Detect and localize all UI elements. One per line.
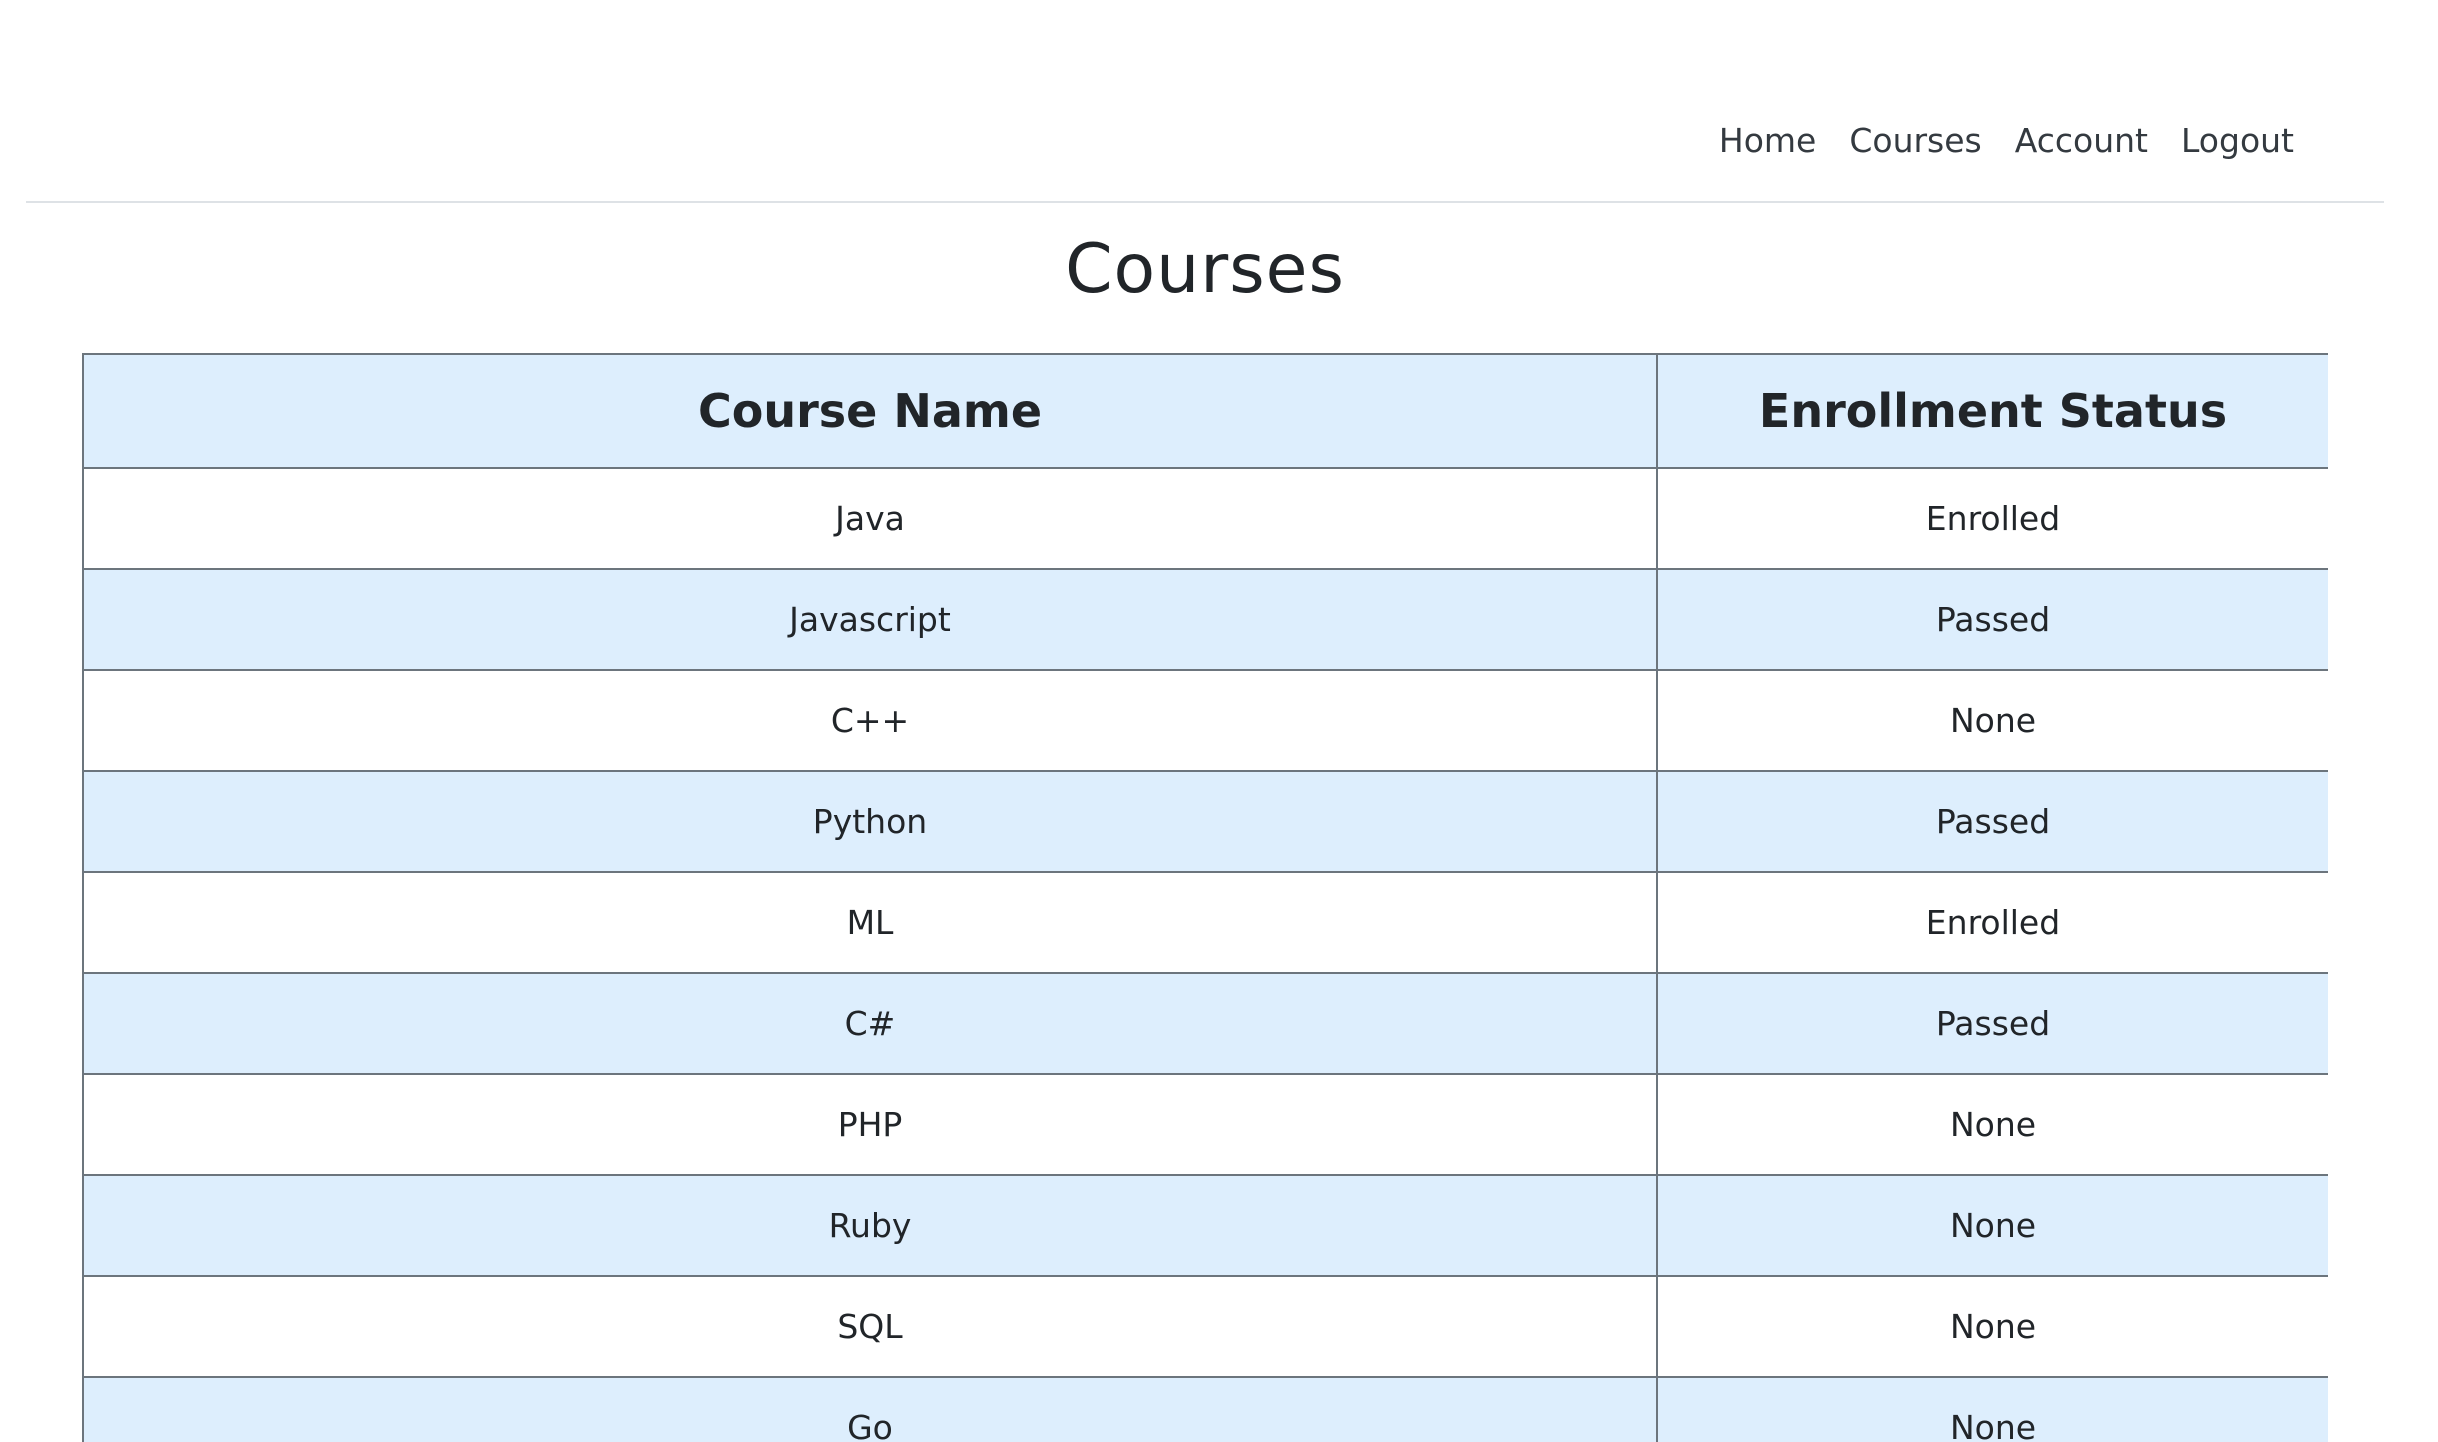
- table-row: ML Enrolled: [82, 871, 2328, 974]
- enrollment-status-cell: Passed: [1656, 770, 2328, 873]
- nav-link-courses[interactable]: Courses: [1849, 124, 1981, 157]
- enrollment-status-cell: None: [1656, 669, 2328, 772]
- nav-link-logout[interactable]: Logout: [2181, 124, 2294, 157]
- table-row: C++ None: [82, 669, 2328, 772]
- course-name-cell: ML: [82, 871, 1658, 974]
- course-name-cell: C#: [82, 972, 1658, 1075]
- courses-table-container: Course Name Enrollment Status Java Enrol…: [82, 353, 2328, 1442]
- course-name-cell: Ruby: [82, 1174, 1658, 1277]
- table-row: Python Passed: [82, 770, 2328, 873]
- course-name-cell: Java: [82, 467, 1658, 570]
- nav-link-account[interactable]: Account: [2015, 124, 2148, 157]
- course-name-cell: Go: [82, 1376, 1658, 1442]
- top-navbar: Home Courses Account Logout: [26, 0, 2384, 203]
- course-name-cell: PHP: [82, 1073, 1658, 1176]
- course-name-cell: C++: [82, 669, 1658, 772]
- enrollment-status-cell: None: [1656, 1275, 2328, 1378]
- enrollment-status-cell: Passed: [1656, 568, 2328, 671]
- enrollment-status-cell: Passed: [1656, 972, 2328, 1075]
- table-row: Ruby None: [82, 1174, 2328, 1277]
- table-row: Java Enrolled: [82, 467, 2328, 570]
- table-row: C# Passed: [82, 972, 2328, 1075]
- course-name-cell: Python: [82, 770, 1658, 873]
- course-name-cell: SQL: [82, 1275, 1658, 1378]
- column-header-enrollment-status: Enrollment Status: [1656, 353, 2328, 469]
- table-row: Go None: [82, 1376, 2328, 1442]
- nav-link-home[interactable]: Home: [1719, 124, 1816, 157]
- enrollment-status-cell: None: [1656, 1174, 2328, 1277]
- enrollment-status-cell: None: [1656, 1073, 2328, 1176]
- table-row: SQL None: [82, 1275, 2328, 1378]
- course-name-cell: Javascript: [82, 568, 1658, 671]
- enrollment-status-cell: None: [1656, 1376, 2328, 1442]
- table-row: Javascript Passed: [82, 568, 2328, 671]
- table-row: PHP None: [82, 1073, 2328, 1176]
- table-header-row: Course Name Enrollment Status: [82, 353, 2328, 469]
- enrollment-status-cell: Enrolled: [1656, 467, 2328, 570]
- nav-links: Home Courses Account Logout: [1719, 124, 2294, 157]
- enrollment-status-cell: Enrolled: [1656, 871, 2328, 974]
- courses-table: Course Name Enrollment Status Java Enrol…: [82, 353, 2328, 1442]
- page-title: Courses: [1065, 230, 1345, 309]
- column-header-course-name: Course Name: [82, 353, 1658, 469]
